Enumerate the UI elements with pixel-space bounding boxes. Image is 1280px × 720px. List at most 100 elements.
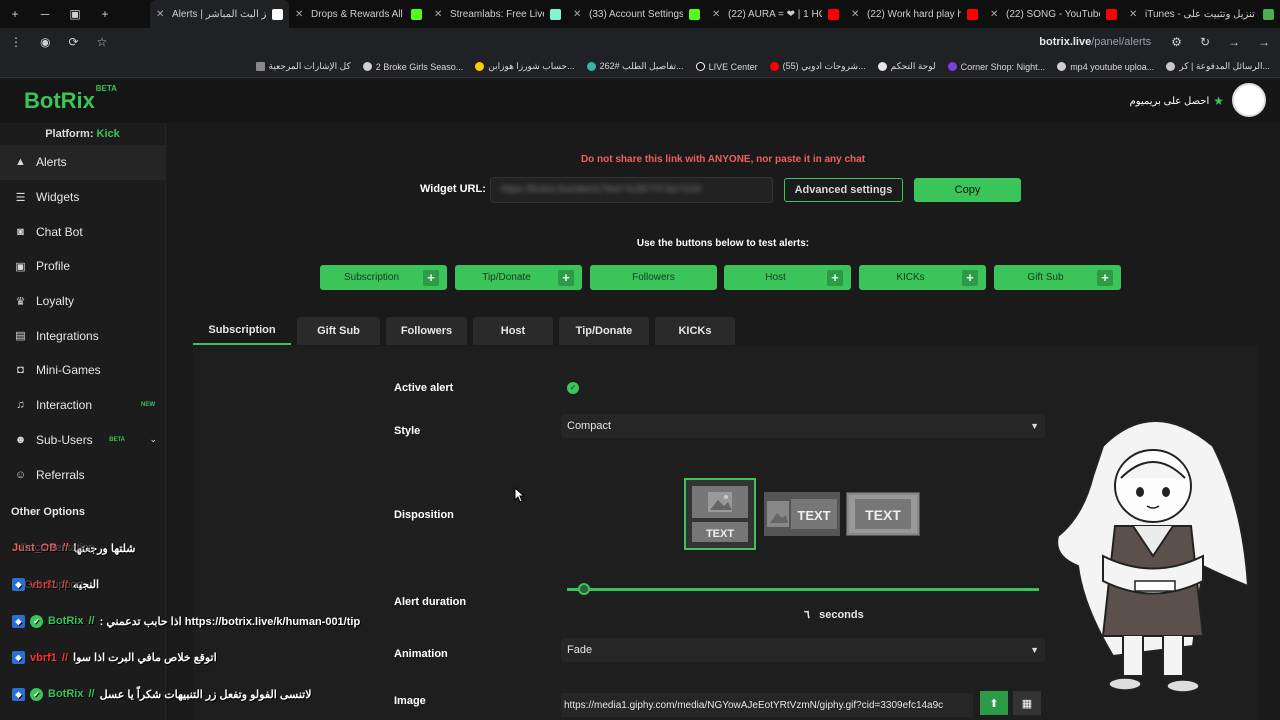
close-icon[interactable]: ✕ (434, 9, 444, 20)
widget-url-value: https://botrix.live/alerts?bid=%2B7YF3aY… (501, 184, 702, 195)
tab-host[interactable]: Host (473, 317, 553, 345)
sidebar-item-integrations[interactable]: ▤ Integrations (0, 318, 165, 353)
sidebar-item-label: Chat Bot (36, 224, 83, 239)
window-controls: + ─ ▣ + (0, 0, 150, 28)
url-field[interactable]: botrix.live/panel/alerts (1039, 36, 1151, 48)
test-gift-sub-button[interactable]: Gift Sub + (994, 265, 1121, 290)
bookmark-item[interactable]: كل الإشارات المرجعية (255, 61, 351, 72)
close-icon[interactable]: ✕ (295, 9, 305, 20)
forward-icon[interactable]: → (1228, 35, 1240, 49)
bookmark-icon (877, 62, 887, 71)
sidebar-item-get-support[interactable]: Get Support (24, 579, 83, 591)
animation-select[interactable]: Fade ▼ (561, 638, 1045, 662)
sidebar-item-mini-games[interactable]: ◘ Mini-Games (0, 353, 165, 388)
music-icon: ♫ (16, 399, 25, 412)
sidebar-item-documentation[interactable]: Documentation (21, 542, 95, 554)
checkmark-icon[interactable]: ✓ (567, 382, 579, 394)
style-select[interactable]: Compact ▼ (561, 414, 1045, 438)
tab-followers[interactable]: Followers (386, 317, 467, 345)
sidebar-item-sub-users[interactable]: ☻ Sub-Users BETA ⌄ (0, 423, 165, 458)
gallery-icon[interactable]: ▦ (1013, 691, 1041, 715)
advanced-settings-button[interactable]: Advanced settings (784, 178, 903, 202)
sidebar-item-interaction[interactable]: ♫ Interaction NEW (0, 388, 165, 423)
browser-tab[interactable]: ✕ Alerts | تعزيز البث المباشر (150, 0, 289, 28)
chevron-down-icon: ▼ (1030, 645, 1039, 655)
animation-value: Fade (567, 644, 593, 656)
browser-tab[interactable]: ✕ (22) AURA = ❤ | 1 HOU (706, 0, 845, 28)
duration-slider-track[interactable] (567, 588, 1039, 591)
browser-tab[interactable]: ✕ (22) Work hard play hard (845, 0, 984, 28)
premium-button[interactable]: احصل على بريميوم ★ (1130, 94, 1224, 108)
chat-message: ◆ ✓ BotRix // : اذا حابب تدعمني https://… (0, 603, 394, 640)
bookmark-item[interactable]: (55) شروحات ادوبي... (769, 61, 866, 72)
test-tip-button[interactable]: Tip/Donate + (455, 265, 582, 290)
bookmark-item[interactable]: mp4 youtube uploa... (1057, 62, 1154, 72)
bookmark-item[interactable]: حساب شورزا هوزابن... (475, 61, 575, 72)
tab-title: (22) Work hard play hard (867, 8, 961, 20)
disposition-option-side[interactable]: TEXT (764, 492, 840, 536)
minimize-icon[interactable]: ─ (30, 7, 60, 21)
disposition-option-overlay[interactable]: TEXT (846, 492, 920, 536)
sidebar-item-alerts[interactable]: ▲ Alerts (0, 145, 165, 180)
sidebar-item-widgets[interactable]: ☰ Widgets (0, 180, 165, 215)
disposition-option-stacked[interactable]: TEXT (684, 478, 756, 550)
sidebar-item-referrals[interactable]: ☺ Referrals (0, 457, 165, 492)
browser-tab[interactable]: ✕ (33) Account Settings / S (567, 0, 706, 28)
bookmark-item[interactable]: 2 Broke Girls Seaso... (362, 62, 463, 72)
test-kicks-button[interactable]: KICKs + (859, 265, 986, 290)
kick-badge-icon: ◆ (12, 687, 25, 701)
chat-message: ◆ vbrf1 // النجيه Get Support (0, 567, 394, 604)
sidebar-item-chat-bot[interactable]: ◙ Chat Bot (0, 214, 165, 249)
image-url-field[interactable]: https://media1.giphy.com/media/NGYowAJeE… (561, 693, 973, 717)
back-icon[interactable]: → (1258, 35, 1270, 49)
test-host-button[interactable]: Host + (724, 265, 851, 290)
browser-tab[interactable]: ✕ Streamlabs: Free Live Stre (428, 0, 567, 28)
upload-icon[interactable]: ⬆ (980, 691, 1008, 715)
bookmark-item[interactable]: تفاصيل الطلب #262... (586, 61, 684, 72)
site-settings-icon[interactable]: ⚙ (1171, 35, 1182, 49)
sidebar-item-loyalty[interactable]: ♛ Loyalty (0, 284, 165, 319)
avatar[interactable] (1232, 83, 1266, 117)
sidebar-item-profile[interactable]: ▣ Profile (0, 249, 165, 284)
plus-icon: + (962, 269, 978, 286)
browser-tab[interactable]: ✕ Drops & Rewards All Cam (289, 0, 428, 28)
bookmark-item[interactable]: لوحة التحكم (877, 61, 936, 72)
close-icon[interactable]: ✕ (156, 9, 166, 20)
chevron-down-icon[interactable]: ⌄ (149, 434, 157, 445)
bookmark-item[interactable]: الرسائل المدفوعة | كر... (1166, 61, 1270, 72)
duration-slider-handle[interactable] (578, 583, 590, 595)
tab-title: Streamlabs: Free Live Stre (450, 8, 544, 20)
close-icon[interactable]: ✕ (573, 9, 583, 20)
bookmark-item[interactable]: Corner Shop: Night... (947, 62, 1045, 72)
close-icon[interactable]: ✕ (1129, 9, 1139, 20)
bookmark-star-icon[interactable]: ☆ (97, 35, 108, 49)
tab-title: iTunes - تنزيل وتثبيت على (1145, 8, 1255, 20)
tab-tip-donate[interactable]: Tip/Donate (559, 317, 649, 345)
reload-icon[interactable]: ↻ (1200, 35, 1210, 49)
browser-tab[interactable]: ✕ iTunes - تنزيل وتثبيت على (1123, 0, 1280, 28)
maximize-icon[interactable]: ▣ (60, 7, 90, 21)
close-icon[interactable]: ✕ (851, 9, 861, 20)
botrix-logo[interactable]: BotRix BETA (24, 84, 117, 114)
menu-dots-icon[interactable]: ⋮ (10, 35, 22, 49)
tab-favicon (411, 8, 422, 20)
extensions-icon[interactable]: ⟳ (68, 35, 78, 49)
copy-button[interactable]: Copy (914, 178, 1021, 202)
add-tab-icon[interactable]: + (90, 7, 120, 21)
close-icon[interactable]: ✕ (712, 9, 722, 20)
test-subscription-button[interactable]: Subscription + (320, 265, 447, 290)
sidebar-item-label: Integrations (36, 328, 99, 343)
widget-url-field[interactable]: https://botrix.live/alerts?bid=%2B7YF3aY… (490, 177, 773, 203)
tab-gift-sub[interactable]: Gift Sub (297, 317, 380, 345)
profile-icon[interactable]: ◉ (40, 35, 50, 49)
image-above-text-icon: TEXT (692, 486, 748, 542)
tab-kicks[interactable]: KICKs (655, 317, 735, 345)
browser-tab[interactable]: ✕ (22) SONG - YouTube (984, 0, 1123, 28)
test-followers-button[interactable]: Followers (590, 265, 717, 290)
bookmark-icon (769, 62, 779, 71)
bookmark-item[interactable]: LIVE Center (695, 62, 758, 72)
close-icon[interactable]: ✕ (990, 9, 1000, 20)
new-tab-icon[interactable]: + (0, 7, 30, 21)
tab-subscription[interactable]: Subscription (193, 317, 291, 345)
tab-favicon (550, 8, 561, 20)
